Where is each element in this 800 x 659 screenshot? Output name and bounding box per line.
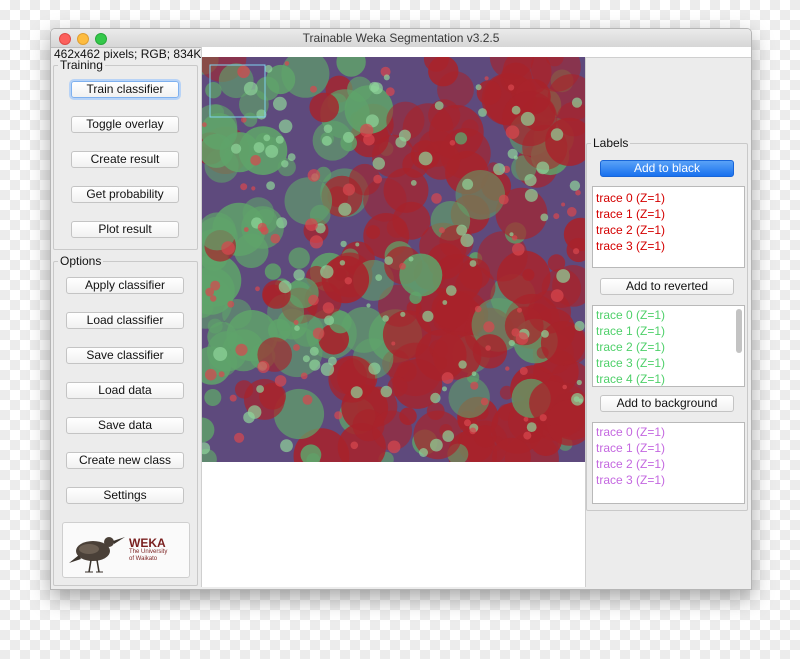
list-item[interactable]: trace 0 (Z=1)	[593, 307, 744, 323]
get-probability-button[interactable]: Get probability	[71, 186, 179, 203]
list-item[interactable]: trace 3 (Z=1)	[593, 472, 744, 488]
list-item[interactable]: trace 1 (Z=1)	[593, 440, 744, 456]
weka-bird-icon	[69, 537, 125, 573]
save-classifier-button[interactable]: Save classifier	[66, 347, 184, 364]
settings-button[interactable]: Settings	[66, 487, 184, 504]
list-item[interactable]: trace 2 (Z=1)	[593, 222, 744, 238]
options-legend: Options	[60, 254, 102, 268]
list-item[interactable]: trace 3 (Z=1)	[593, 355, 744, 371]
list-item[interactable]: trace 0 (Z=1)	[593, 424, 744, 440]
toggle-overlay-button[interactable]: Toggle overlay	[71, 116, 179, 133]
main-window: Trainable Weka Segmentation v3.2.5 462x4…	[50, 28, 752, 590]
list-item[interactable]: trace 1 (Z=1)	[593, 206, 744, 222]
list-item[interactable]: trace 0 (Z=1)	[593, 190, 744, 206]
create-new-class-button[interactable]: Create new class	[66, 452, 184, 469]
plot-result-button[interactable]: Plot result	[71, 221, 179, 238]
reverted-trace-list[interactable]: trace 0 (Z=1) trace 1 (Z=1) trace 2 (Z=1…	[592, 305, 745, 387]
black-trace-list[interactable]: trace 0 (Z=1) trace 1 (Z=1) trace 2 (Z=1…	[592, 186, 745, 268]
segmentation-overlay[interactable]	[202, 57, 585, 462]
weka-logo-title: WEKA	[129, 536, 166, 550]
list-item[interactable]: trace 3 (Z=1)	[593, 238, 744, 254]
labels-legend: Labels	[593, 136, 629, 150]
title-bar: Trainable Weka Segmentation v3.2.5	[51, 29, 751, 48]
segmentation-image[interactable]	[202, 57, 585, 462]
create-result-button[interactable]: Create result	[71, 151, 179, 168]
labels-top-strip	[584, 47, 751, 58]
window-title: Trainable Weka Segmentation v3.2.5	[302, 31, 500, 45]
list-item[interactable]: trace 2 (Z=1)	[593, 456, 744, 472]
add-to-black-button[interactable]: Add to black	[600, 160, 734, 177]
background-trace-list[interactable]: trace 0 (Z=1) trace 1 (Z=1) trace 2 (Z=1…	[592, 422, 745, 504]
weka-logo-subtitle-1: The University	[129, 549, 168, 555]
add-to-reverted-button[interactable]: Add to reverted	[600, 278, 734, 295]
image-canvas[interactable]	[201, 57, 586, 587]
train-classifier-button[interactable]: Train classifier	[71, 81, 179, 98]
add-to-background-button[interactable]: Add to background	[600, 395, 734, 412]
apply-classifier-button[interactable]: Apply classifier	[66, 277, 184, 294]
list-item[interactable]: trace 1 (Z=1)	[593, 323, 744, 339]
list-item[interactable]: trace 2 (Z=1)	[593, 339, 744, 355]
load-classifier-button[interactable]: Load classifier	[66, 312, 184, 329]
reverted-list-scrollbar[interactable]	[736, 309, 742, 353]
list-item[interactable]: trace 4 (Z=1)	[593, 371, 744, 386]
weka-logo-subtitle-2: of Waikato	[129, 556, 158, 562]
weka-logo: WEKA The University of Waikato	[62, 522, 190, 578]
load-data-button[interactable]: Load data	[66, 382, 184, 399]
save-data-button[interactable]: Save data	[66, 417, 184, 434]
training-legend: Training	[60, 58, 103, 72]
